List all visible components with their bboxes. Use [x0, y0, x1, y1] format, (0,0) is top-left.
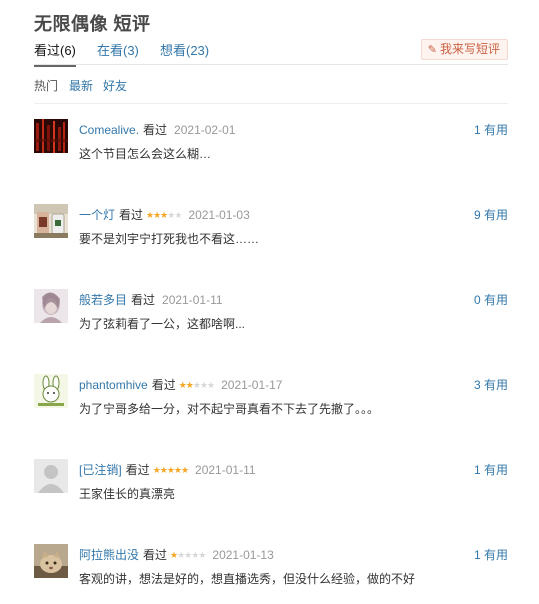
comment-username[interactable]: phantomhive [79, 378, 148, 392]
useful-vote-button[interactable]: 1 有用 [474, 461, 508, 478]
comment-meta: Comealive. 看过 2021-02-01 [79, 121, 235, 138]
tab-want-to-watch[interactable]: 想看(23) [160, 40, 209, 65]
sort-friends[interactable]: 好友 [103, 77, 127, 94]
comment-text: 为了宁哥多给一分，对不起宁哥真看不下去了先撤了。。。 [79, 402, 380, 416]
comment-status: 看过 [125, 463, 150, 477]
comment-meta: 阿拉熊出没 看过 ★★★★★ 2021-01-13 [79, 546, 274, 563]
comment-text: 要不是刘宇宁打死我也不看这…… [79, 232, 260, 246]
comment-username[interactable]: Comealive. [79, 123, 139, 137]
comment-text: 王家佳长的真漂亮 [79, 487, 176, 501]
comment-date: 2021-01-11 [162, 293, 223, 307]
comment-date: 2021-01-03 [188, 208, 250, 222]
useful-vote-button[interactable]: 1 有用 [474, 121, 508, 138]
comment-item: 一个灯 看过 ★★★★★ 2021-01-03 9 有用 要不是刘宇宁打死我也不看这…… [34, 204, 508, 264]
comment-item: Comealive. 看过 2021-02-01 1 有用 这个节目怎么会这么糊… [34, 119, 508, 179]
comment-meta: [已注销] 看过 ★★★★★ 2021-01-11 [79, 461, 256, 478]
rating-stars: ★★★★★ [178, 380, 215, 390]
avatar[interactable] [34, 289, 68, 323]
comment-status: 看过 [131, 293, 156, 307]
avatar[interactable] [34, 204, 68, 238]
comment-item: 般若多目 看过 2021-01-11 0 有用 为了弦莉看了一公，这都啥啊... [34, 289, 508, 349]
useful-vote-button[interactable]: 1 有用 [474, 546, 508, 563]
comment-username[interactable]: 般若多目 [79, 293, 127, 307]
comment-date: 2021-01-11 [195, 463, 256, 477]
avatar[interactable] [34, 119, 68, 153]
write-comment-button[interactable]: ✎ 我来写短评 [420, 39, 508, 60]
comment-meta: 般若多目 看过 2021-01-11 [79, 291, 223, 308]
tab-watching[interactable]: 在看(3) [97, 40, 139, 65]
tab-watched[interactable]: 看过(6) [34, 40, 76, 67]
comment-text: 客观的讲，想法是好的，想直播选秀，但没什么经验，做的不好 [79, 572, 416, 586]
comment-status: 看过 [119, 208, 144, 222]
rating-stars: ★★★★★ [170, 550, 206, 560]
sort-options: 热门 最新 好友 [34, 77, 508, 104]
comment-status: 看过 [151, 378, 176, 392]
comment-item: 阿拉熊出没 看过 ★★★★★ 2021-01-13 1 有用 客观的讲，想法是好的，想… [34, 544, 508, 604]
rating-stars: ★★★★★ [146, 210, 182, 220]
pencil-icon: ✎ [427, 44, 437, 56]
comment-text: 为了弦莉看了一公，这都啥啊... [79, 317, 246, 331]
page-title: 无限偶像 短评 [34, 14, 151, 34]
useful-vote-button[interactable]: 0 有用 [474, 291, 508, 308]
comment-date: 2021-02-01 [174, 123, 236, 137]
avatar[interactable] [34, 374, 68, 408]
comment-status: 看过 [143, 548, 168, 562]
write-comment-label: 我来写短评 [439, 42, 500, 56]
rating-stars: ★★★★★ [152, 465, 189, 475]
comment-meta: phantomhive 看过 ★★★★★ 2021-01-17 [79, 376, 282, 393]
sort-latest[interactable]: 最新 [69, 77, 93, 94]
avatar[interactable] [34, 544, 68, 578]
comment-status: 看过 [143, 123, 168, 137]
avatar[interactable] [34, 459, 68, 493]
comment-item: [已注销] 看过 ★★★★★ 2021-01-11 1 有用 王家佳长的真漂亮 [34, 459, 508, 519]
useful-vote-button[interactable]: 3 有用 [474, 376, 508, 393]
comment-date: 2021-01-13 [212, 548, 274, 562]
comment-item: phantomhive 看过 ★★★★★ 2021-01-17 3 有用 为了宁哥多给… [34, 374, 508, 434]
comment-username[interactable]: 一个灯 [79, 208, 115, 222]
comment-meta: 一个灯 看过 ★★★★★ 2021-01-03 [79, 206, 250, 223]
comment-text: 这个节目怎么会这么糊… [79, 147, 212, 161]
useful-vote-button[interactable]: 9 有用 [474, 206, 508, 223]
comment-username[interactable]: [已注销] [79, 463, 122, 477]
comment-date: 2021-01-17 [221, 378, 283, 392]
comment-username[interactable]: 阿拉熊出没 [79, 548, 139, 562]
sort-hot[interactable]: 热门 [34, 77, 58, 94]
